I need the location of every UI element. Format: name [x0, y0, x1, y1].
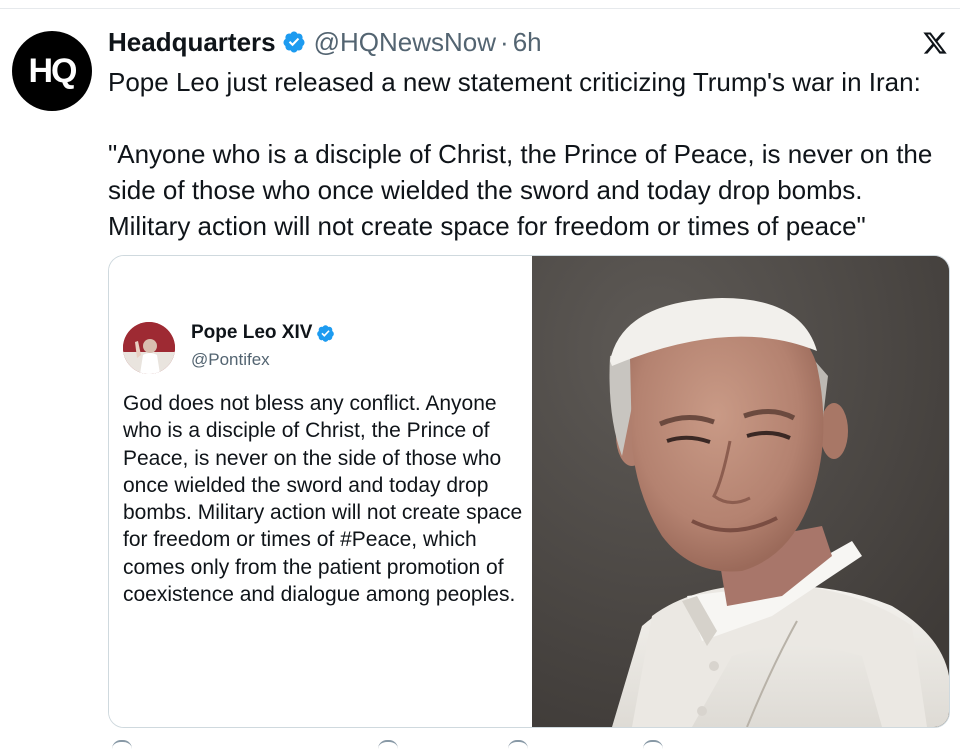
post-text: Pope Leo just released a new statement c… [108, 67, 933, 241]
post-header: Headquarters @HQNewsNow · 6h [108, 26, 542, 58]
avatar-logo-text: HQ [28, 51, 78, 90]
hq-logo-icon: HQ [28, 51, 78, 91]
quoted-tweet-text: God does not bless any conflict. Anyone … [123, 392, 529, 607]
verified-badge-icon [283, 31, 305, 53]
quoted-author-handle: @Pontifex [191, 350, 270, 369]
action-bar [108, 740, 948, 747]
quoted-author-name: Pope Leo XIV [191, 322, 313, 343]
post-timestamp[interactable]: 6h [513, 27, 542, 58]
pope-avatar [123, 322, 175, 374]
pope-photo [532, 256, 949, 727]
repost-icon[interactable] [378, 740, 398, 749]
separator-dot: · [500, 26, 509, 57]
verified-badge-icon [317, 324, 335, 342]
author-avatar[interactable]: HQ [12, 31, 92, 111]
embedded-quote-card[interactable]: Pope Leo XIV @Pontifex God does not bles… [108, 255, 950, 728]
quoted-author-row: Pope Leo XIV [191, 322, 335, 344]
author-name[interactable]: Headquarters [108, 27, 276, 58]
pope-avatar-image [123, 322, 175, 374]
reply-icon[interactable] [112, 740, 132, 749]
author-handle[interactable]: @HQNewsNow [314, 27, 496, 58]
like-icon[interactable] [508, 740, 528, 749]
top-divider [0, 8, 960, 9]
views-icon[interactable] [643, 740, 663, 749]
x-logo-icon [923, 32, 947, 54]
quoted-tweet-panel: Pope Leo XIV @Pontifex God does not bles… [109, 256, 532, 727]
pope-portrait-image [532, 256, 949, 727]
